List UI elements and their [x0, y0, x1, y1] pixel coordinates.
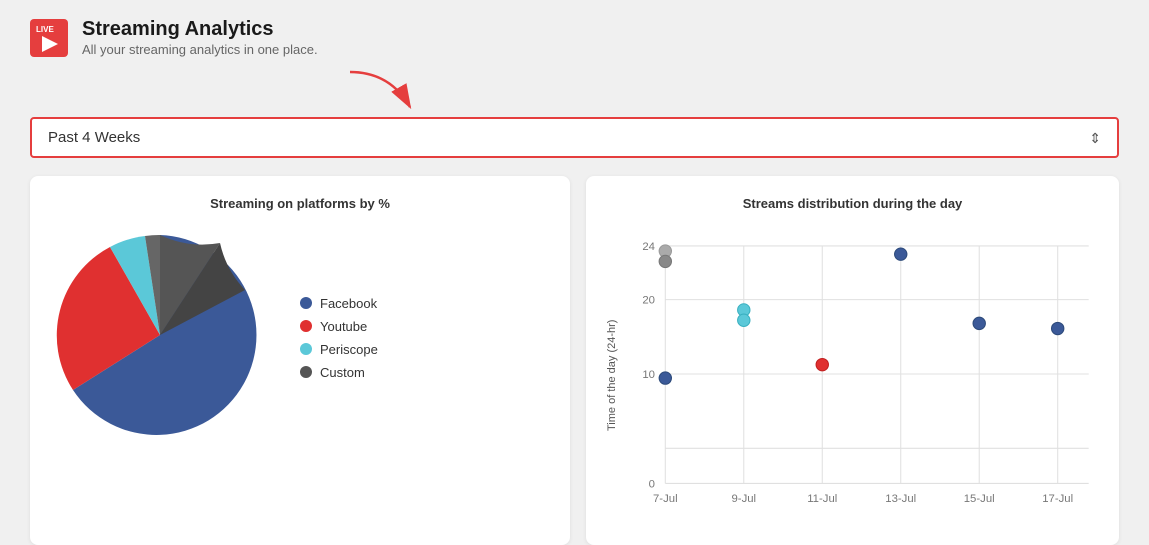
legend-youtube: Youtube	[300, 319, 378, 334]
scatter-inner: Time of the day (24-hr)	[606, 225, 1099, 525]
app-title: Streaming Analytics	[82, 18, 318, 41]
legend-label-facebook: Facebook	[320, 296, 377, 311]
svg-text:15-Jul: 15-Jul	[964, 493, 995, 505]
legend-dot-custom	[300, 366, 312, 378]
legend-label-custom: Custom	[320, 365, 365, 380]
pie-svg	[50, 225, 270, 450]
legend-label-youtube: Youtube	[320, 319, 367, 334]
dropdown-arrows-icon: ⇕	[1089, 131, 1101, 145]
dropdown-label: Past 4 Weeks	[48, 129, 140, 146]
legend-periscope: Periscope	[300, 342, 378, 357]
scatter-svg: 24 20 10 0 7-Jul 9-Jul 11-Jul 13-Jul 15-…	[624, 225, 1099, 525]
time-range-dropdown[interactable]: Past 4 Weeks ⇕	[30, 117, 1119, 158]
scatter-plot-area: 24 20 10 0 7-Jul 9-Jul 11-Jul 13-Jul 15-…	[624, 225, 1099, 525]
header-text: Streaming Analytics All your streaming a…	[82, 18, 318, 57]
legend-dot-periscope	[300, 343, 312, 355]
scatter-chart-card: Streams distribution during the day Time…	[586, 176, 1119, 545]
pie-chart-card: Streaming on platforms by %	[30, 176, 570, 545]
scatter-chart-title: Streams distribution during the day	[606, 196, 1099, 211]
svg-text:LIVE: LIVE	[36, 25, 54, 34]
svg-text:13-Jul: 13-Jul	[885, 493, 916, 505]
header: LIVE Streaming Analytics All your stream…	[0, 0, 1149, 67]
svg-text:11-Jul: 11-Jul	[807, 493, 837, 505]
legend-label-periscope: Periscope	[320, 342, 378, 357]
arrow-icon	[330, 67, 450, 115]
legend-dot-youtube	[300, 320, 312, 332]
arrow-container	[0, 67, 1149, 117]
svg-text:9-Jul: 9-Jul	[731, 493, 756, 505]
svg-text:20: 20	[642, 295, 655, 307]
legend-facebook: Facebook	[300, 296, 378, 311]
svg-text:24: 24	[642, 241, 655, 253]
pie-chart-title: Streaming on platforms by %	[50, 196, 550, 211]
y-axis-label: Time of the day (24-hr)	[606, 225, 624, 525]
app-logo: LIVE	[30, 19, 68, 57]
svg-text:0: 0	[649, 479, 655, 491]
pie-legend: Facebook Youtube Periscope Custom	[300, 296, 378, 380]
legend-custom: Custom	[300, 365, 378, 380]
legend-dot-facebook	[300, 297, 312, 309]
pie-chart-area: Facebook Youtube Periscope Custom	[50, 225, 550, 450]
app-subtitle: All your streaming analytics in one plac…	[82, 42, 318, 57]
svg-text:17-Jul: 17-Jul	[1042, 493, 1073, 505]
svg-text:10: 10	[642, 369, 655, 381]
svg-text:7-Jul: 7-Jul	[653, 493, 678, 505]
dropdown-wrapper: Past 4 Weeks ⇕	[0, 117, 1149, 158]
charts-row: Streaming on platforms by %	[0, 176, 1149, 545]
